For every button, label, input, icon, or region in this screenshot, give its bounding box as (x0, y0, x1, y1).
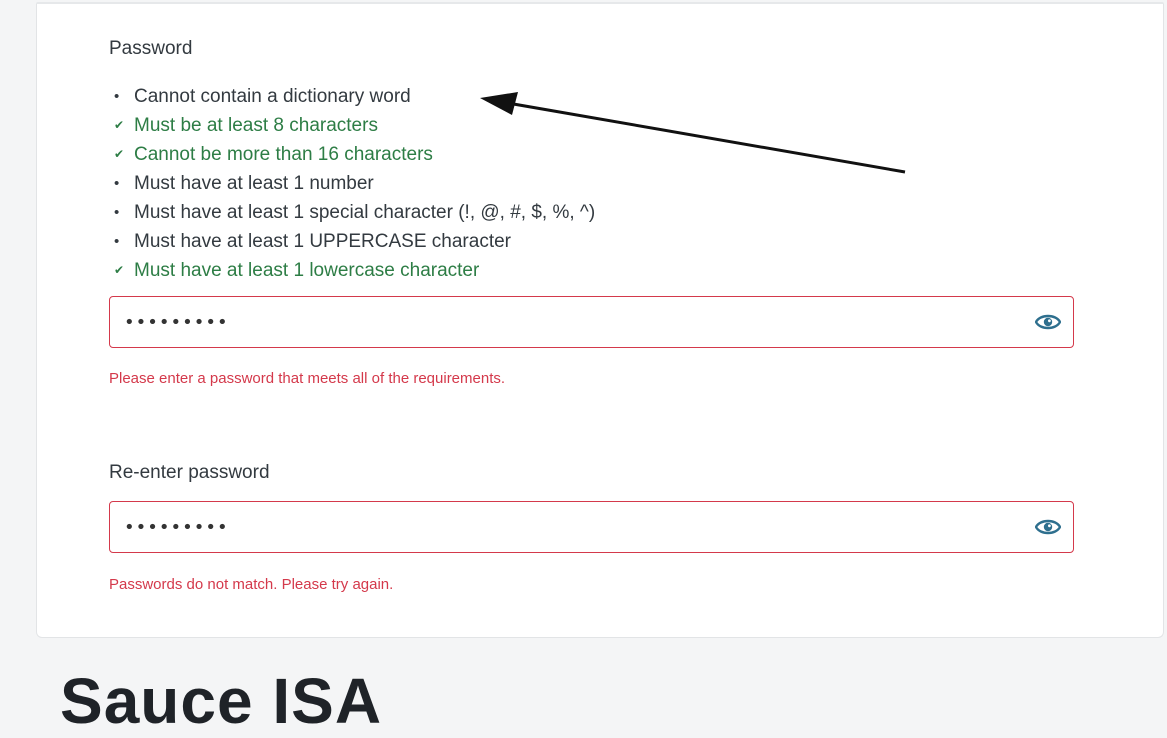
annotation-arrow (480, 92, 906, 174)
reenter-password-field[interactable] (109, 501, 1074, 553)
requirement-text: Must have at least 1 UPPERCASE character (134, 231, 511, 252)
password-error-message: Please enter a password that meets all o… (109, 370, 506, 387)
password-field[interactable] (109, 296, 1074, 348)
bullet-icon: • (114, 175, 120, 192)
requirement-text: Cannot be more than 16 characters (134, 144, 433, 165)
reenter-password-label: Re-enter password (109, 462, 270, 483)
checkmark-icon: ✔ (114, 263, 125, 277)
requirement-item: ✔ Must have at least 1 lowercase characte… (114, 256, 595, 285)
requirement-text: Cannot contain a dictionary word (134, 86, 411, 107)
bullet-icon: • (114, 88, 120, 105)
eye-icon[interactable] (1035, 516, 1061, 538)
checkmark-icon: ✔ (114, 147, 125, 161)
reenter-password-input[interactable] (110, 502, 1010, 552)
password-input[interactable] (110, 297, 1010, 347)
requirement-text: Must be at least 8 characters (134, 115, 378, 136)
requirement-text: Must have at least 1 number (134, 173, 374, 194)
bullet-icon: • (114, 204, 120, 221)
requirement-item: • Must have at least 1 UPPERCASE characte… (114, 227, 595, 256)
requirement-text: Must have at least 1 lowercase character (134, 260, 480, 281)
requirement-text: Must have at least 1 special character (… (134, 202, 596, 223)
password-label: Password (109, 38, 193, 59)
requirement-item: • Must have at least 1 special character … (114, 198, 595, 227)
bullet-icon: • (114, 233, 120, 250)
reenter-password-error-message: Passwords do not match. Please try again… (109, 576, 394, 593)
eye-icon[interactable] (1035, 311, 1061, 333)
checkmark-icon: ✔ (114, 118, 125, 132)
next-section-heading: Sauce ISA (60, 665, 383, 737)
